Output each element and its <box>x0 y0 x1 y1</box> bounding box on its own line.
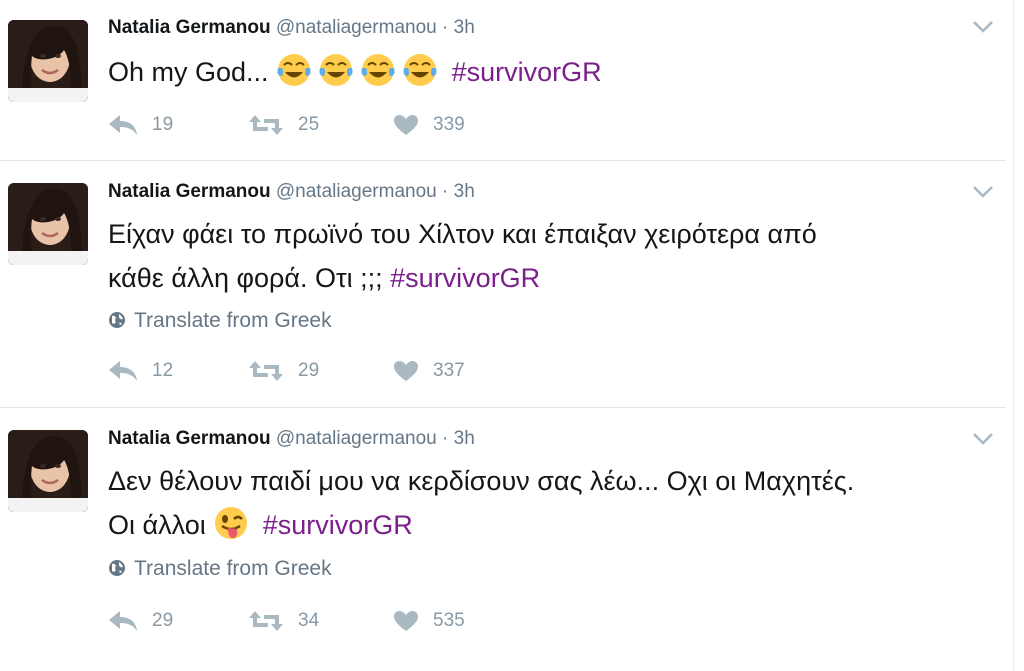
separator: · <box>442 181 449 202</box>
tweet-text: Είχαν φάει το πρωϊνό του Χίλτον και έπαι… <box>108 212 988 300</box>
tweet-text-body: Οι άλλοι <box>108 510 206 540</box>
retweet-count: 25 <box>298 114 320 135</box>
like-icon <box>394 361 418 381</box>
tweet-text: Δεν θέλουν παιδί μου να κερδίσουν σας λέ… <box>108 459 988 547</box>
like-icon <box>394 115 418 135</box>
tweet-header: Natalia Germanou @nataliagermanou · 3h <box>108 181 475 203</box>
tweet-header: Natalia Germanou @nataliagermanou · 3h <box>108 17 475 39</box>
face-with-tears-of-joy-icon <box>318 52 354 88</box>
reply-button[interactable]: 19 <box>108 114 173 136</box>
tweet[interactable]: Natalia Germanou @nataliagermanou · 3h O… <box>0 0 1006 160</box>
like-count: 337 <box>433 360 465 381</box>
reply-button[interactable]: 12 <box>108 360 173 382</box>
display-name[interactable]: Natalia Germanou <box>108 17 271 38</box>
reply-count: 12 <box>152 360 174 381</box>
like-icon <box>394 611 418 631</box>
retweet-count: 34 <box>298 610 320 631</box>
like-button[interactable]: 337 <box>393 360 465 382</box>
separator: · <box>442 17 449 38</box>
hashtag-link[interactable]: #survivorGR <box>452 57 602 87</box>
retweet-icon <box>249 361 283 381</box>
chevron-down-icon[interactable] <box>972 185 994 199</box>
hashtag-link[interactable]: #survivorGR <box>390 263 540 293</box>
retweet-button[interactable]: 34 <box>248 610 319 632</box>
like-button[interactable]: 535 <box>393 610 465 632</box>
like-button[interactable]: 339 <box>393 114 465 136</box>
translate-label: Translate from Greek <box>134 557 332 580</box>
avatar[interactable] <box>8 20 88 102</box>
globe-icon <box>109 312 125 328</box>
tweet-text-body: Oh my God... <box>108 57 269 87</box>
retweet-button[interactable]: 25 <box>248 114 319 136</box>
tweet-header: Natalia Germanou @nataliagermanou · 3h <box>108 428 475 450</box>
reply-icon <box>109 361 137 381</box>
tweet-text-body: κάθε άλλη φορά. Οτι ;;; <box>108 263 383 293</box>
separator: · <box>442 428 449 449</box>
reply-icon <box>109 611 137 631</box>
tweet-text: Oh my God... #survivorGR <box>108 50 988 94</box>
username[interactable]: @nataliagermanou <box>276 17 437 38</box>
username[interactable]: @nataliagermanou <box>276 428 437 449</box>
retweet-icon <box>249 611 283 631</box>
retweet-icon <box>249 115 283 135</box>
retweet-button[interactable]: 29 <box>248 360 319 382</box>
display-name[interactable]: Natalia Germanou <box>108 181 271 202</box>
timestamp[interactable]: 3h <box>454 181 475 202</box>
username[interactable]: @nataliagermanou <box>276 181 437 202</box>
avatar[interactable] <box>8 430 88 512</box>
tweet-text-line: κάθε άλλη φορά. Οτι ;;; #survivorGR <box>108 256 988 300</box>
tweet-text-line: Οι άλλοι #survivorGR <box>108 503 988 547</box>
translate-link[interactable]: Translate from Greek <box>108 557 332 581</box>
translate-label: Translate from Greek <box>134 309 332 332</box>
avatar[interactable] <box>8 183 88 265</box>
winking-face-with-tongue-icon <box>213 505 249 541</box>
reply-icon <box>109 115 137 135</box>
retweet-count: 29 <box>298 360 320 381</box>
like-count: 339 <box>433 114 465 135</box>
reply-count: 29 <box>152 610 174 631</box>
globe-icon <box>109 560 125 576</box>
timestamp[interactable]: 3h <box>454 428 475 449</box>
tweet[interactable]: Natalia Germanou @nataliagermanou · 3h Δ… <box>0 408 1006 671</box>
like-count: 535 <box>433 610 465 631</box>
chevron-down-icon[interactable] <box>972 432 994 446</box>
face-with-tears-of-joy-icon <box>360 52 396 88</box>
reply-button[interactable]: 29 <box>108 610 173 632</box>
reply-count: 19 <box>152 114 174 135</box>
face-with-tears-of-joy-icon <box>276 52 312 88</box>
face-with-tears-of-joy-icon <box>402 52 438 88</box>
tweet[interactable]: Natalia Germanou @nataliagermanou · 3h Ε… <box>0 161 1006 407</box>
timeline-border <box>1013 0 1014 671</box>
tweet-text-line: Δεν θέλουν παιδί μου να κερδίσουν σας λέ… <box>108 466 855 496</box>
chevron-down-icon[interactable] <box>972 20 994 34</box>
display-name[interactable]: Natalia Germanou <box>108 428 271 449</box>
timestamp[interactable]: 3h <box>454 17 475 38</box>
hashtag-link[interactable]: #survivorGR <box>263 510 413 540</box>
translate-link[interactable]: Translate from Greek <box>108 309 332 333</box>
tweet-text-line: Είχαν φάει το πρωϊνό του Χίλτον και έπαι… <box>108 219 817 249</box>
